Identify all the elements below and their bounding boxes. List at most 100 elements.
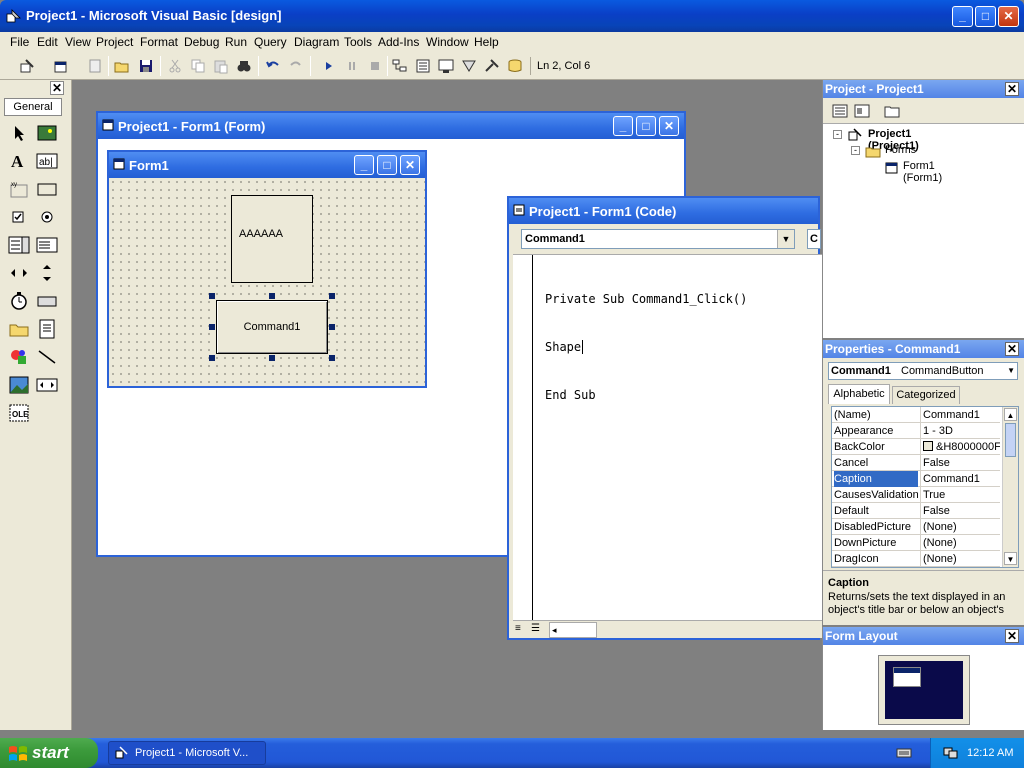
find-icon[interactable]	[235, 57, 253, 75]
form-layout-close-button[interactable]: ✕	[1005, 629, 1019, 643]
property-row[interactable]: Caption Command1	[832, 471, 1000, 487]
property-value[interactable]: 1 - 3D	[920, 423, 1000, 439]
start-button[interactable]: start	[0, 738, 98, 768]
procedure-view-icon[interactable]: ≡	[515, 623, 529, 637]
property-value[interactable]: Command1	[920, 407, 1000, 423]
optionbutton-icon[interactable]	[36, 206, 58, 228]
add-project-icon[interactable]	[18, 57, 36, 75]
property-scrollbar[interactable]: ▲ ▼	[1002, 407, 1018, 567]
property-row[interactable]: CausesValidation True	[832, 487, 1000, 503]
menu-run[interactable]: Run	[225, 35, 247, 49]
open-project-icon[interactable]	[113, 57, 131, 75]
selection-handle[interactable]	[209, 355, 215, 361]
menu-help[interactable]: Help	[474, 35, 499, 49]
listbox-icon[interactable]	[36, 234, 58, 256]
view-object-icon[interactable]	[853, 102, 871, 120]
scroll-down-icon[interactable]: ▼	[1004, 552, 1017, 565]
add-form-icon[interactable]	[52, 57, 70, 75]
chevron-down-icon[interactable]: ▼	[777, 230, 794, 248]
form-layout-icon[interactable]	[437, 57, 455, 75]
textbox-icon[interactable]: ab|	[36, 150, 58, 172]
menu-project[interactable]: Project	[96, 35, 133, 49]
redo-icon[interactable]	[287, 57, 305, 75]
form-designer-maximize-button[interactable]: □	[636, 116, 656, 136]
taskbar-item-vb[interactable]: Project1 - Microsoft V...	[108, 741, 266, 765]
scroll-up-icon[interactable]: ▲	[1004, 408, 1017, 421]
property-value[interactable]: (None)	[920, 535, 1000, 551]
tab-categorized[interactable]: Categorized	[892, 386, 960, 404]
combobox-icon[interactable]	[8, 234, 30, 256]
cut-icon[interactable]	[166, 57, 184, 75]
checkbox-icon[interactable]	[8, 206, 30, 228]
menu-editor-icon[interactable]	[86, 57, 104, 75]
ole-icon[interactable]: OLE	[8, 402, 30, 424]
selection-handle[interactable]	[209, 293, 215, 299]
menu-edit[interactable]: Edit	[37, 35, 58, 49]
selection-handle[interactable]	[269, 355, 275, 361]
toolbox-icon[interactable]	[483, 57, 501, 75]
shape-icon[interactable]	[8, 346, 30, 368]
line-icon[interactable]	[36, 346, 58, 368]
property-grid[interactable]: (Name) Command1 Appearance 1 - 3D BackColor &…	[831, 406, 1019, 568]
property-value[interactable]: False	[920, 455, 1000, 471]
property-row[interactable]: DisabledPicture (None)	[832, 519, 1000, 535]
form-position-preview[interactable]	[893, 667, 921, 687]
view-code-icon[interactable]	[831, 102, 849, 120]
paste-icon[interactable]	[212, 57, 230, 75]
property-value[interactable]: (None)	[920, 551, 1000, 567]
collapse-icon[interactable]: -	[851, 146, 860, 155]
network-icon[interactable]	[943, 746, 959, 760]
data-icon[interactable]	[36, 374, 58, 396]
pointer-icon[interactable]	[8, 122, 30, 144]
procedure-combo[interactable]: C	[807, 229, 821, 249]
horizontal-scrollbar[interactable]: ◂	[549, 622, 597, 638]
toolbox-close-button[interactable]: ✕	[50, 81, 64, 95]
chevron-down-icon[interactable]: ▼	[1007, 363, 1015, 379]
property-row[interactable]: Appearance 1 - 3D	[832, 423, 1000, 439]
menu-add-ins[interactable]: Add-Ins	[378, 35, 419, 49]
commandbutton-icon[interactable]	[36, 178, 58, 200]
undo-icon[interactable]	[264, 57, 282, 75]
menu-query[interactable]: Query	[254, 35, 287, 49]
full-module-view-icon[interactable]: ☰	[531, 623, 545, 637]
menu-diagram[interactable]: Diagram	[294, 35, 339, 49]
tab-alphabetic[interactable]: Alphabetic	[828, 384, 890, 404]
start-icon[interactable]	[320, 57, 338, 75]
property-row[interactable]: DownPicture (None)	[832, 535, 1000, 551]
object-selector[interactable]: Command1 CommandButton ▼	[828, 362, 1018, 380]
keyboard-icon[interactable]	[896, 747, 912, 759]
form-designer-close-button[interactable]: ✕	[659, 116, 679, 136]
property-value[interactable]: False	[920, 503, 1000, 519]
maximize-button[interactable]: □	[975, 6, 996, 27]
save-project-icon[interactable]	[137, 57, 155, 75]
property-row[interactable]: Default False	[832, 503, 1000, 519]
menu-view[interactable]: View	[65, 35, 91, 49]
property-row[interactable]: BackColor &H8000000F	[832, 439, 1000, 455]
end-icon[interactable]	[366, 57, 384, 75]
selection-handle[interactable]	[329, 293, 335, 299]
property-value[interactable]: Command1	[920, 471, 1000, 487]
data-view-icon[interactable]	[506, 57, 524, 75]
code-text[interactable]: Private Sub Command1_Click() Shape End S…	[545, 259, 747, 435]
property-value[interactable]: True	[920, 487, 1000, 503]
property-row[interactable]: (Name) Command1	[832, 407, 1000, 423]
filelistbox-icon[interactable]	[36, 318, 58, 340]
form1-minimize-button[interactable]: _	[354, 155, 374, 175]
drivelistbox-icon[interactable]	[36, 290, 58, 312]
code-editor[interactable]: Private Sub Command1_Click() Shape End S…	[513, 254, 822, 621]
toolbox-general-tab[interactable]: General	[4, 98, 62, 116]
property-value[interactable]: (None)	[920, 519, 1000, 535]
menu-tools[interactable]: Tools	[344, 35, 372, 49]
form-designer-minimize-button[interactable]: _	[613, 116, 633, 136]
copy-icon[interactable]	[189, 57, 207, 75]
hscrollbar-icon[interactable]	[8, 262, 30, 284]
form1-window[interactable]: Form1 _ □ ✕ AAAAAA Command1	[107, 150, 427, 388]
selection-handle[interactable]	[209, 324, 215, 330]
object-browser-icon[interactable]	[460, 57, 478, 75]
break-icon[interactable]	[343, 57, 361, 75]
image-icon[interactable]	[8, 374, 30, 396]
property-row[interactable]: Cancel False	[832, 455, 1000, 471]
menu-debug[interactable]: Debug	[184, 35, 219, 49]
collapse-icon[interactable]: -	[833, 130, 842, 139]
form1-maximize-button[interactable]: □	[377, 155, 397, 175]
